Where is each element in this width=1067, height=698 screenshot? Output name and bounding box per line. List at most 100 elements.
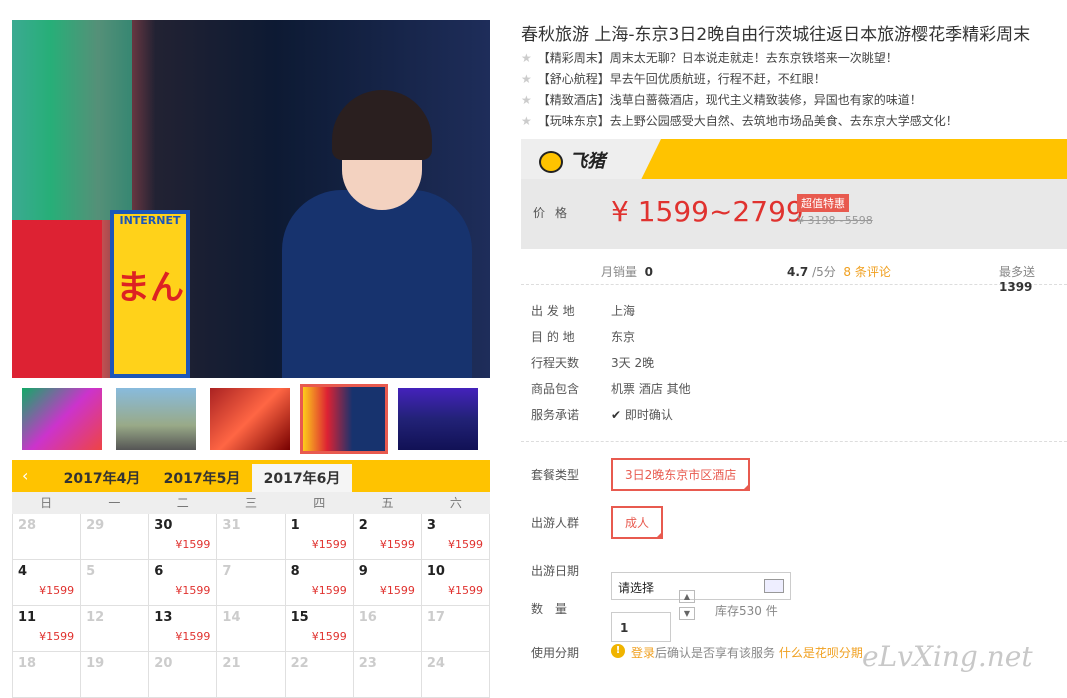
calendar-day: 7 xyxy=(217,560,286,606)
calendar-day[interactable]: 3 ¥1599 xyxy=(421,514,490,560)
calendar-day: 14 xyxy=(217,606,286,652)
day-price: ¥1599 xyxy=(379,538,415,551)
review-link[interactable]: 8 条评论 xyxy=(843,265,890,279)
day-price: ¥1599 xyxy=(379,584,415,597)
star-icon: ★ xyxy=(521,93,532,107)
calendar-day: 20 xyxy=(149,652,218,698)
trip-info: 出 发 地上海目 的 地东京 行程天数 3天 2晚 商品包含 机票 酒店 其他 服务承诺 ✔… xyxy=(521,297,1067,427)
calendar-day[interactable]: 10 ¥1599 xyxy=(421,560,490,606)
calendar-day[interactable]: 1 ¥1599 xyxy=(285,514,354,560)
weekday-label: 日 xyxy=(40,496,53,510)
calendar-header: ‹ 2017年4月 2017年5月 2017年6月 xyxy=(12,460,490,492)
weekday-label: 五 xyxy=(381,496,394,510)
calendar-day[interactable]: 4 ¥1599 xyxy=(12,560,82,606)
calendar-day: 18 xyxy=(12,652,82,698)
calendar-tab-may[interactable]: 2017年5月 xyxy=(152,468,252,488)
info-row: 商品包含 机票 酒店 其他 xyxy=(531,382,691,396)
feature-item: ★ 【玩味东京】去上野公园感受大自然、去筑地市场品美食、去东京大学感文化！ xyxy=(521,114,958,128)
quantity-down-button[interactable]: ▼ xyxy=(679,607,695,620)
calendar-week: 11 ¥1599 12 13 ¥1599 14 15 ¥1599 16 17 xyxy=(12,606,490,652)
calendar-day: 22 xyxy=(285,652,354,698)
info-row: 服务承诺 ✔ 即时确认 xyxy=(531,408,673,422)
quantity-input[interactable]: 1 xyxy=(611,612,671,642)
calendar-day[interactable]: 6 ¥1599 xyxy=(149,560,218,606)
quantity-up-button[interactable]: ▲ xyxy=(679,590,695,603)
calendar-day: 24 xyxy=(421,652,490,698)
login-link[interactable]: 登录 xyxy=(631,646,655,660)
calendar-week: 18 19 20 21 22 23 24 xyxy=(12,652,490,698)
price-box: 飞猪 价格 ¥ 1599~2799 超值特惠 ¥ 3198~5598 xyxy=(521,139,1067,249)
weekday-label: 一 xyxy=(108,496,121,510)
calendar-icon xyxy=(764,579,784,593)
thumbnail[interactable] xyxy=(22,388,102,450)
star-icon: ★ xyxy=(521,114,532,128)
thumbnail-selected[interactable] xyxy=(300,384,388,454)
thumbnail[interactable] xyxy=(210,388,290,450)
day-price: ¥1599 xyxy=(447,584,483,597)
calendar-week: 4 ¥1599 5 6 ¥1599 7 8 ¥1599 9 ¥1599 10 ¥1599 xyxy=(12,560,490,606)
feature-item: ★ 【精致酒店】浅草白蔷薇酒店，现代主义精致装修，异国也有家的味道！ xyxy=(521,93,922,107)
watermark: eLvXing.net xyxy=(862,640,1033,673)
calendar-tab-april[interactable]: 2017年4月 xyxy=(52,468,152,488)
day-price: ¥1599 xyxy=(39,630,75,643)
product-title: 春秋旅游 上海-东京3日2晚自由行茨城往返日本旅游樱花季精彩周末 xyxy=(521,25,1031,45)
calendar-day: 5 xyxy=(81,560,150,606)
calendar-grid: 28 29 30 ¥1599 31 1 ¥1599 2 ¥1599 3 ¥1599 4 ¥1599 5 6 ¥… xyxy=(12,514,490,698)
deal-badge: 超值特惠 xyxy=(797,194,849,212)
calendar-day: 28 xyxy=(12,514,82,560)
date-picker[interactable]: 请选择 xyxy=(611,572,791,600)
calendar-day[interactable]: 15 ¥1599 xyxy=(285,606,354,652)
star-icon: ★ xyxy=(521,51,532,65)
warning-icon: ! xyxy=(611,644,625,658)
original-price: ¥ 3198~5598 xyxy=(797,214,873,227)
points: 1399 xyxy=(999,280,1033,294)
pig-icon xyxy=(539,151,563,173)
thumbnail[interactable] xyxy=(116,388,196,450)
calendar-day[interactable]: 9 ¥1599 xyxy=(353,560,422,606)
monthly-sales: 0 xyxy=(644,265,654,279)
product-detail: 春秋旅游 上海-东京3日2晚自由行茨城往返日本旅游樱花季精彩周末 ★ 【精彩周末】… xyxy=(521,20,1067,681)
feature-list: ★ 【精彩周末】周末太无聊？日本说走就走！去东京铁塔来一次眺望！ ★ 【舒心航程】早去… xyxy=(521,50,1067,129)
calendar-day[interactable]: 11 ¥1599 xyxy=(12,606,82,652)
main-product-image: INTERNET まん xyxy=(12,20,490,378)
calendar-day[interactable]: 8 ¥1599 xyxy=(285,560,354,606)
sales-stats: 月销量 0 4.7 /5分 8 条评论 最多送 1399 xyxy=(521,255,1067,294)
day-price: ¥1599 xyxy=(39,584,75,597)
calendar-day[interactable]: 2 ¥1599 xyxy=(353,514,422,560)
huabei-link[interactable]: 什么是花呗分期 xyxy=(779,646,863,660)
sign-text: INTERNET xyxy=(119,214,181,227)
price-value: ¥ 1599~2799 xyxy=(611,195,804,228)
day-price: ¥1599 xyxy=(311,630,347,643)
calendar-weekdays: 日一二三四五六 xyxy=(12,492,490,514)
gallery: INTERNET まん ‹ 2017年4月 2017年5月 2017年6月 日 一… xyxy=(12,20,490,698)
day-price: ¥1599 xyxy=(311,538,347,551)
person xyxy=(282,190,472,378)
weekday-label: 二 xyxy=(176,496,189,510)
info-row: 目 的 地东京 xyxy=(531,330,636,344)
calendar-week: 28 29 30 ¥1599 31 1 ¥1599 2 ¥1599 3 ¥1599 xyxy=(12,514,490,560)
weekday-label: 四 xyxy=(313,496,326,510)
day-price: ¥1599 xyxy=(175,584,211,597)
fliggy-logo: 飞猪 xyxy=(539,147,605,173)
calendar-tab-june[interactable]: 2017年6月 xyxy=(252,464,352,492)
info-row: 出 发 地上海 xyxy=(531,304,636,318)
check-icon: ✔ xyxy=(611,408,625,422)
calendar-day: 31 xyxy=(217,514,286,560)
weekday-label: 六 xyxy=(449,496,462,510)
traveler-option[interactable]: 成人 xyxy=(611,506,664,539)
calendar-day: 17 xyxy=(421,606,490,652)
calendar-prev-button[interactable]: ‹ xyxy=(22,466,28,485)
day-price: ¥1599 xyxy=(447,538,483,551)
calendar-day[interactable]: 13 ¥1599 xyxy=(149,606,218,652)
calendar-day: 19 xyxy=(81,652,150,698)
feature-item: ★ 【舒心航程】早去午回优质航班，行程不赶，不红眼！ xyxy=(521,72,826,86)
calendar-day: 16 xyxy=(353,606,422,652)
calendar-day: 23 xyxy=(353,652,422,698)
thumbnail[interactable] xyxy=(398,388,478,450)
brand-bar: 飞猪 xyxy=(521,139,1067,179)
price-label: 价格 xyxy=(533,206,578,220)
package-option[interactable]: 3日2晚东京市区酒店 xyxy=(611,458,751,491)
day-price: ¥1599 xyxy=(311,584,347,597)
day-price: ¥1599 xyxy=(175,630,211,643)
calendar-day[interactable]: 30 ¥1599 xyxy=(149,514,218,560)
